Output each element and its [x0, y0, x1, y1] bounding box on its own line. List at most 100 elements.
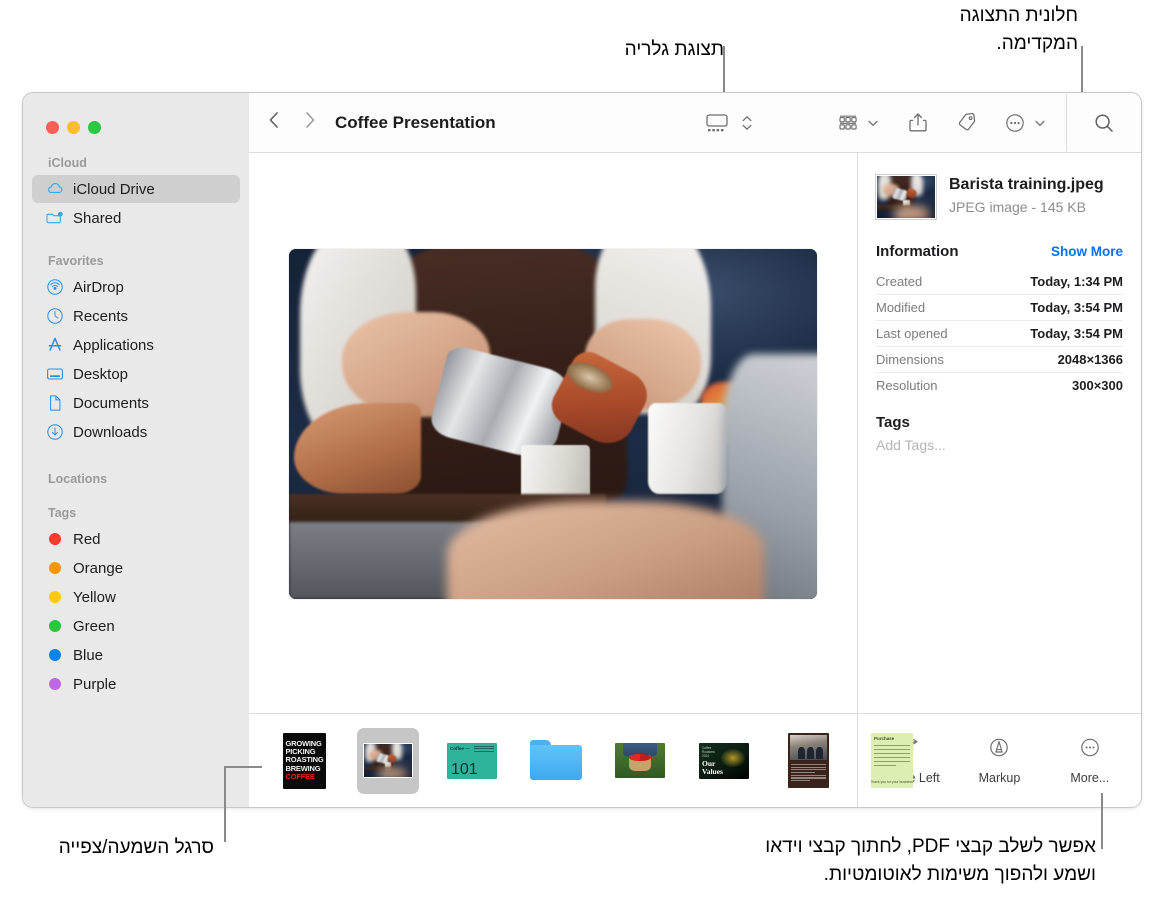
gallery-view-button[interactable]: [699, 108, 735, 138]
sidebar-item-recents[interactable]: Recents: [32, 302, 240, 330]
sidebar-tag-orange[interactable]: Orange: [32, 554, 240, 582]
group-by-control[interactable]: [831, 108, 885, 138]
info-key: Dimensions: [876, 352, 944, 367]
info-key: Resolution: [876, 378, 938, 393]
chevron-down-icon[interactable]: [1032, 113, 1052, 133]
information-section-header: Information Show More: [876, 243, 1123, 260]
info-value: Today, 1:34 PM: [1030, 274, 1123, 289]
info-row-resolution: Resolution 300×300: [876, 373, 1123, 398]
sidebar: iCloud iCloud Drive Shared Favorites Air…: [23, 93, 249, 807]
information-rows: Created Today, 1:34 PM Modified Today, 3…: [876, 269, 1123, 398]
sidebar-item-shared[interactable]: Shared: [32, 204, 240, 232]
search-button[interactable]: [1067, 112, 1141, 134]
sidebar-item-label: Red: [73, 530, 101, 548]
thumb-folder[interactable]: [525, 728, 587, 794]
sidebar-item-label: AirDrop: [73, 278, 124, 296]
sidebar-section-locations: Locations: [48, 472, 108, 486]
thumb-coffee-101[interactable]: Coffee — 101: [441, 728, 503, 794]
sidebar-item-airdrop[interactable]: AirDrop: [32, 273, 240, 301]
invoice-footer: Thank you for your business!: [871, 780, 913, 784]
tag-color-dot-icon: [46, 617, 64, 635]
thumb-invoice[interactable]: Purchase Thank you for your business!: [861, 728, 923, 794]
annotation-gallery-view: תצוגת גלריה: [624, 39, 724, 60]
main-column: Coffee Presentation GROWING PICKING ROAS…: [249, 93, 1141, 807]
sidebar-tag-yellow[interactable]: Yellow: [32, 583, 240, 611]
view-controls: [699, 108, 759, 138]
cloud-icon: [46, 180, 64, 198]
info-value: 300×300: [1072, 378, 1123, 393]
desktop-icon: [46, 365, 64, 383]
sidebar-item-applications[interactable]: Applications: [32, 331, 240, 359]
share-button[interactable]: [901, 107, 935, 138]
markup-button[interactable]: Markup: [955, 737, 1043, 785]
file-thumbnail: [876, 175, 936, 219]
sidebar-item-label: Green: [73, 617, 115, 635]
shared-folder-icon: [46, 209, 64, 227]
content-row: GROWING PICKING ROASTING BREWING COFFEE: [249, 153, 1141, 807]
tags-button[interactable]: [949, 107, 984, 138]
ellipsis-circle-icon: [1078, 737, 1102, 764]
sidebar-tag-green[interactable]: Green: [32, 612, 240, 640]
thumb-coffee-cherries[interactable]: [609, 728, 671, 794]
sidebar-item-icloud-drive[interactable]: iCloud Drive: [32, 175, 240, 203]
sidebar-item-desktop[interactable]: Desktop: [32, 360, 240, 388]
sidebar-item-documents[interactable]: Documents: [32, 389, 240, 417]
sidebar-item-downloads[interactable]: Downloads: [32, 418, 240, 446]
info-key: Last opened: [876, 326, 948, 341]
more-control[interactable]: [998, 108, 1052, 138]
thumb-meeting-doc[interactable]: [777, 728, 839, 794]
clock-icon: [46, 307, 64, 325]
annotation-playback-bar: סרגל השמעה/צפייה: [58, 837, 214, 858]
info-value: Today, 3:54 PM: [1030, 326, 1123, 341]
blue-folder-icon: [530, 739, 582, 782]
preview-area: GROWING PICKING ROASTING BREWING COFFEE: [249, 153, 913, 807]
sidebar-item-label: iCloud Drive: [73, 180, 155, 198]
sidebar-tag-purple[interactable]: Purple: [32, 670, 240, 698]
back-button[interactable]: [267, 110, 280, 135]
grid-groups-icon[interactable]: [831, 108, 865, 138]
callout-line-pdf-tools: [1101, 793, 1103, 849]
tags-title: Tags: [876, 414, 910, 431]
sidebar-section-icloud: iCloud: [48, 156, 87, 170]
tag-color-dot-icon: [46, 646, 64, 664]
airdrop-icon: [46, 278, 64, 296]
thumb-barista-training[interactable]: [357, 727, 419, 794]
sidebar-tag-red[interactable]: Red: [32, 525, 240, 553]
more-actions-button[interactable]: More...: [1046, 737, 1134, 785]
info-value: 2048×1366: [1057, 352, 1123, 367]
thumb-coffee-poster[interactable]: GROWING PICKING ROASTING BREWING COFFEE: [273, 728, 335, 794]
tag-color-dot-icon: [46, 559, 64, 577]
sidebar-tag-blue[interactable]: Blue: [32, 641, 240, 669]
thumb-our-values[interactable]: Coffee Roasters 2024 Our Values: [693, 728, 755, 794]
forward-button[interactable]: [304, 110, 317, 135]
annotation-pdf-tools: אפשר לשלב קבצי PDF, לחתוך קבצי וידאו ושמ…: [765, 836, 1096, 885]
values-subtext: Coffee Roasters 2024: [702, 745, 715, 758]
slide-number: 101: [451, 760, 478, 778]
navigation-arrows: [267, 110, 317, 135]
ellipsis-circle-icon[interactable]: [998, 108, 1032, 138]
info-row-modified: Modified Today, 3:54 PM: [876, 295, 1123, 321]
preview-image[interactable]: [289, 249, 817, 599]
view-stepper[interactable]: [735, 108, 759, 138]
toolbar: Coffee Presentation: [249, 93, 1141, 153]
invoice-heading: Purchase: [874, 736, 895, 741]
sidebar-item-label: Purple: [73, 675, 117, 693]
action-label: Markup: [978, 770, 1021, 785]
show-more-link[interactable]: Show More: [1051, 244, 1123, 259]
add-tags-field[interactable]: Add Tags...: [876, 437, 1123, 453]
sidebar-item-label: Documents: [73, 394, 149, 412]
file-name: Barista training.jpeg: [949, 176, 1104, 193]
tag-color-dot-icon: [46, 530, 64, 548]
inspector-header: Barista training.jpeg JPEG image - 145 K…: [858, 153, 1141, 219]
sidebar-item-label: Blue: [73, 646, 104, 664]
file-meta: JPEG image - 145 KB: [949, 199, 1086, 215]
sidebar-item-label: Downloads: [73, 423, 148, 441]
info-row-dimensions: Dimensions 2048×1366: [876, 347, 1123, 373]
zoom-window-button[interactable]: [88, 121, 101, 134]
chevron-down-icon[interactable]: [865, 113, 885, 133]
close-window-button[interactable]: [46, 121, 59, 134]
callout-line-playback-bar-horizontal: [224, 766, 262, 768]
info-key: Created: [876, 274, 923, 289]
info-key: Modified: [876, 300, 926, 315]
minimize-window-button[interactable]: [67, 121, 80, 134]
